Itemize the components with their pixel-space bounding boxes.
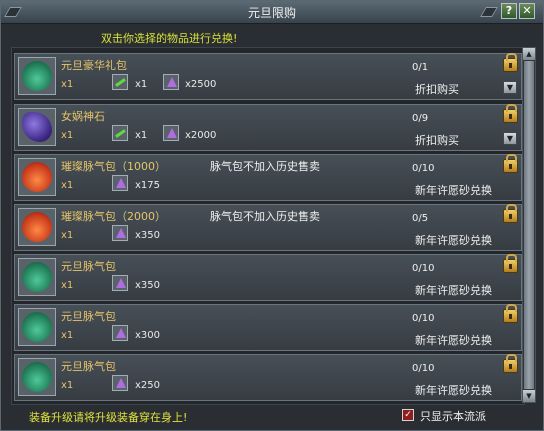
purple-crystal-icon xyxy=(112,175,128,191)
cost-amount: x250 xyxy=(135,380,161,391)
item-quantity: x1 xyxy=(61,280,74,291)
dropdown-icon[interactable]: ▼ xyxy=(503,81,517,94)
cost-amount: x2000 xyxy=(185,130,217,141)
upgrade-tip: 装备升级请将升级装备穿在身上! xyxy=(29,411,188,424)
scrollbar[interactable]: ▲ ▼ xyxy=(522,47,536,403)
red-bag-icon[interactable] xyxy=(18,158,56,196)
item-name: 元旦脉气包 xyxy=(61,310,116,323)
instruction-text: 双击你选择的物品进行兑换! xyxy=(101,32,238,45)
shop-window: 元旦限购 ? ✕ 双击你选择的物品进行兑换! 元旦豪华礼包 x1 x1 x2500 0/… xyxy=(0,0,544,431)
exchange-method[interactable]: 新年许愿砂兑换 xyxy=(415,182,492,198)
cost-amount: x350 xyxy=(135,280,161,291)
purchase-count: 0/1 xyxy=(412,62,429,73)
lock-icon[interactable] xyxy=(503,354,518,373)
purple-crystal-icon xyxy=(112,275,128,291)
green-bag-icon[interactable] xyxy=(18,258,56,296)
help-button[interactable]: ? xyxy=(501,3,517,19)
purchase-count: 0/5 xyxy=(412,213,429,224)
lock-icon[interactable] xyxy=(503,53,518,72)
purchase-count: 0/10 xyxy=(412,163,435,174)
red-bag-icon[interactable] xyxy=(18,208,56,246)
item-quantity: x1 xyxy=(61,380,74,391)
exchange-method[interactable]: 新年许愿砂兑换 xyxy=(415,282,492,298)
item-row[interactable]: 元旦脉气包 x1 x250 0/10 新年许愿砂兑换 xyxy=(14,354,522,401)
item-quantity: x1 xyxy=(61,130,74,141)
dropdown-icon[interactable]: ▼ xyxy=(503,132,517,145)
purchase-count: 0/10 xyxy=(412,313,435,324)
footer: 装备升级请将升级装备穿在身上! ✓ 只显示本流派 xyxy=(1,404,543,430)
item-note: 脉气包不加入历史售卖 xyxy=(210,210,320,223)
item-row[interactable]: 璀璨脉气包（2000） 脉气包不加入历史售卖 x1 x350 0/5 新年许愿砂兑换 xyxy=(14,204,522,251)
item-list[interactable]: 元旦豪华礼包 x1 x1 x2500 0/1 折扣购买 ▼ 女娲神石 x1 x1 x2000 0/9 折… xyxy=(11,47,525,405)
lock-icon[interactable] xyxy=(503,154,518,173)
lock-icon[interactable] xyxy=(503,104,518,123)
purple-stone-icon[interactable] xyxy=(18,108,56,146)
school-filter-checkbox[interactable]: ✓ xyxy=(402,409,414,421)
scroll-down-icon[interactable]: ▼ xyxy=(523,390,535,402)
scroll-up-icon[interactable]: ▲ xyxy=(523,48,535,60)
cost-amount: x300 xyxy=(135,330,161,341)
cost-amount: x175 xyxy=(135,180,161,191)
lock-icon[interactable] xyxy=(503,304,518,323)
item-quantity: x1 xyxy=(61,79,74,90)
item-quantity: x1 xyxy=(61,330,74,341)
exchange-method[interactable]: 折扣购买 xyxy=(415,81,459,97)
item-name: 女娲神石 xyxy=(61,110,105,123)
green-bag-icon[interactable] xyxy=(18,358,56,396)
exchange-method[interactable]: 新年许愿砂兑换 xyxy=(415,382,492,398)
item-row[interactable]: 女娲神石 x1 x1 x2000 0/9 折扣购买 ▼ xyxy=(14,104,522,151)
item-quantity: x1 xyxy=(61,230,74,241)
item-row[interactable]: 元旦脉气包 x1 x300 0/10 新年许愿砂兑换 xyxy=(14,304,522,351)
item-row[interactable]: 元旦豪华礼包 x1 x1 x2500 0/1 折扣购买 ▼ xyxy=(14,53,522,100)
item-name: 元旦脉气包 xyxy=(61,360,116,373)
green-jade-icon xyxy=(112,74,128,90)
exchange-method[interactable]: 新年许愿砂兑换 xyxy=(415,232,492,248)
school-filter-label[interactable]: 只显示本流派 xyxy=(420,408,486,424)
item-row[interactable]: 璀璨脉气包（1000） 脉气包不加入历史售卖 x1 x175 0/10 新年许愿砂兑换 xyxy=(14,154,522,201)
purple-crystal-icon xyxy=(163,74,179,90)
item-row[interactable]: 元旦脉气包 x1 x350 0/10 新年许愿砂兑换 xyxy=(14,254,522,301)
item-name: 璀璨脉气包（1000） xyxy=(61,160,166,173)
cost-amount: x1 xyxy=(135,130,148,141)
scroll-thumb[interactable] xyxy=(524,61,534,389)
purple-crystal-icon xyxy=(112,325,128,341)
purple-crystal-icon xyxy=(112,375,128,391)
lock-icon[interactable] xyxy=(503,204,518,223)
exchange-method[interactable]: 折扣购买 xyxy=(415,132,459,148)
item-name: 元旦豪华礼包 xyxy=(61,59,127,72)
lock-icon[interactable] xyxy=(503,254,518,273)
purple-crystal-icon xyxy=(163,125,179,141)
item-quantity: x1 xyxy=(61,180,74,191)
window-title: 元旦限购 xyxy=(247,6,296,20)
cost-amount: x1 xyxy=(135,79,148,90)
cost-amount: x350 xyxy=(135,230,161,241)
cost-amount: x2500 xyxy=(185,79,217,90)
item-note: 脉气包不加入历史售卖 xyxy=(210,160,320,173)
green-jade-icon xyxy=(112,125,128,141)
green-bag-icon[interactable] xyxy=(18,308,56,346)
purple-crystal-icon xyxy=(112,225,128,241)
purchase-count: 0/10 xyxy=(412,263,435,274)
item-name: 元旦脉气包 xyxy=(61,260,116,273)
purchase-count: 0/10 xyxy=(412,363,435,374)
item-name: 璀璨脉气包（2000） xyxy=(61,210,166,223)
title-bar[interactable]: 元旦限购 ? ✕ xyxy=(1,1,543,24)
close-button[interactable]: ✕ xyxy=(519,3,535,19)
green-bag-icon[interactable] xyxy=(18,57,56,95)
purchase-count: 0/9 xyxy=(412,113,429,124)
exchange-method[interactable]: 新年许愿砂兑换 xyxy=(415,332,492,348)
